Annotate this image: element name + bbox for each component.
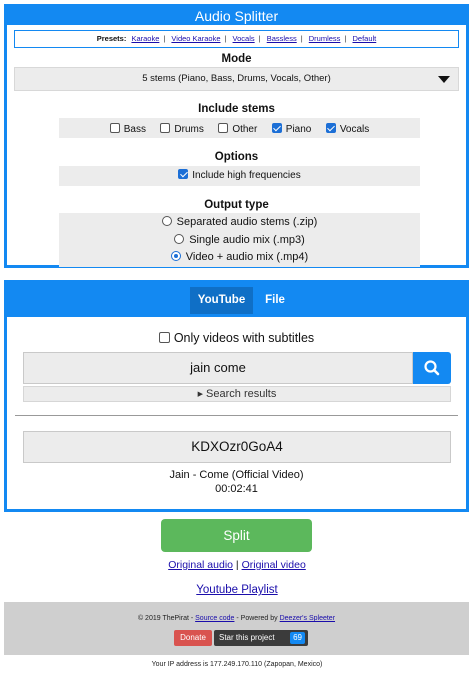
preset-karaoke[interactable]: Karaoke (131, 34, 159, 43)
downloads-row: Original audio | Original video (0, 559, 474, 571)
footer-credits: © 2019 ThePirat - Source code - Powered … (137, 615, 336, 622)
stem-vocals-checkbox[interactable] (325, 123, 336, 133)
preset-vocals[interactable]: Vocals (233, 34, 255, 43)
star-label: Star this project (219, 633, 275, 642)
stem-piano[interactable]: Piano (271, 120, 311, 140)
stem-other[interactable]: Other (218, 120, 257, 140)
mode-select[interactable]: 5 stems (Piano, Bass, Drums, Vocals, Oth… (14, 67, 459, 91)
mode-title: Mode (221, 53, 252, 65)
source-panel: YouTube File Only videos with subtitles … (4, 280, 469, 512)
option-high-frequencies[interactable]: Include high frequencies (59, 166, 420, 186)
mode-value: 5 stems (Piano, Bass, Drums, Vocals, Oth… (142, 73, 331, 84)
source-code-link[interactable]: Source code (195, 615, 234, 622)
output-zip-option[interactable]: Separated audio stems (.zip) (59, 216, 420, 228)
presets-label: Presets: (96, 34, 127, 43)
preset-default[interactable]: Default (352, 34, 376, 43)
high-frequencies-checkbox[interactable] (178, 169, 189, 179)
divider (15, 415, 458, 416)
youtube-playlist-link[interactable]: Youtube Playlist (196, 584, 277, 596)
tab-file[interactable]: File (259, 287, 291, 314)
original-video-link[interactable]: Original video (242, 559, 306, 571)
original-audio-link[interactable]: Original audio (168, 559, 233, 571)
stems-title: Include stems (198, 103, 275, 115)
playlist-row: Youtube Playlist (0, 584, 474, 596)
footer: © 2019 ThePirat - Source code - Powered … (4, 602, 469, 655)
stems-row: Bass Drums Other Piano Vocals (59, 118, 420, 138)
preset-bassless[interactable]: Bassless (267, 34, 297, 43)
donate-button[interactable]: Donate (174, 630, 212, 646)
stem-bass-checkbox[interactable] (109, 123, 120, 133)
output-mp3-option[interactable]: Single audio mix (.mp3) (59, 234, 420, 246)
split-button[interactable]: Split (161, 519, 312, 552)
star-project-button[interactable]: Star this project 69 (214, 630, 308, 646)
subtitles-only-option[interactable]: Only videos with subtitles (7, 331, 466, 345)
splitter-panel: Audio Splitter Presets: Karaoke | Video K… (4, 4, 469, 268)
ip-address-text: Your IP address is 177.249.170.110 (Zapo… (151, 661, 323, 668)
stem-piano-checkbox[interactable] (271, 123, 282, 133)
search-button[interactable] (413, 352, 451, 384)
video-id-field[interactable]: KDXOzr0GoA4 (23, 431, 451, 463)
stem-bass[interactable]: Bass (109, 120, 146, 140)
search-input[interactable]: jain come (23, 352, 413, 384)
stem-vocals[interactable]: Vocals (325, 120, 369, 140)
star-count-badge: 69 (290, 632, 305, 644)
caret-down-icon (438, 76, 450, 83)
output-mp4-radio[interactable] (170, 251, 181, 261)
output-mp4-option[interactable]: Video + audio mix (.mp4) (59, 251, 420, 263)
search-icon (424, 360, 440, 376)
preset-drumless[interactable]: Drumless (309, 34, 341, 43)
stem-drums-checkbox[interactable] (160, 123, 171, 133)
separator: | (235, 559, 239, 571)
search-results-toggle[interactable]: ▶ Search results (23, 386, 451, 402)
stem-drums[interactable]: Drums (160, 120, 204, 140)
subtitles-only-checkbox[interactable] (158, 332, 170, 343)
output-type-title: Output type (204, 199, 269, 211)
video-duration: 00:02:41 (215, 483, 258, 495)
output-type-group: Separated audio stems (.zip) Single audi… (59, 213, 420, 267)
options-title: Options (214, 151, 259, 163)
output-zip-radio[interactable] (161, 216, 172, 226)
stem-other-checkbox[interactable] (218, 123, 229, 133)
caret-right-icon: ▶ (197, 391, 204, 398)
output-mp3-radio[interactable] (174, 234, 185, 244)
source-tabs: YouTube File (7, 283, 466, 317)
splitter-title: Audio Splitter (7, 7, 466, 25)
spleeter-link[interactable]: Deezer's Spleeter (280, 615, 335, 622)
preset-video-karaoke[interactable]: Video Karaoke (171, 34, 220, 43)
presets-bar: Presets: Karaoke | Video Karaoke | Vocals |… (14, 30, 459, 48)
tab-youtube[interactable]: YouTube (190, 287, 253, 314)
video-title: Jain - Come (Official Video) (169, 469, 304, 481)
